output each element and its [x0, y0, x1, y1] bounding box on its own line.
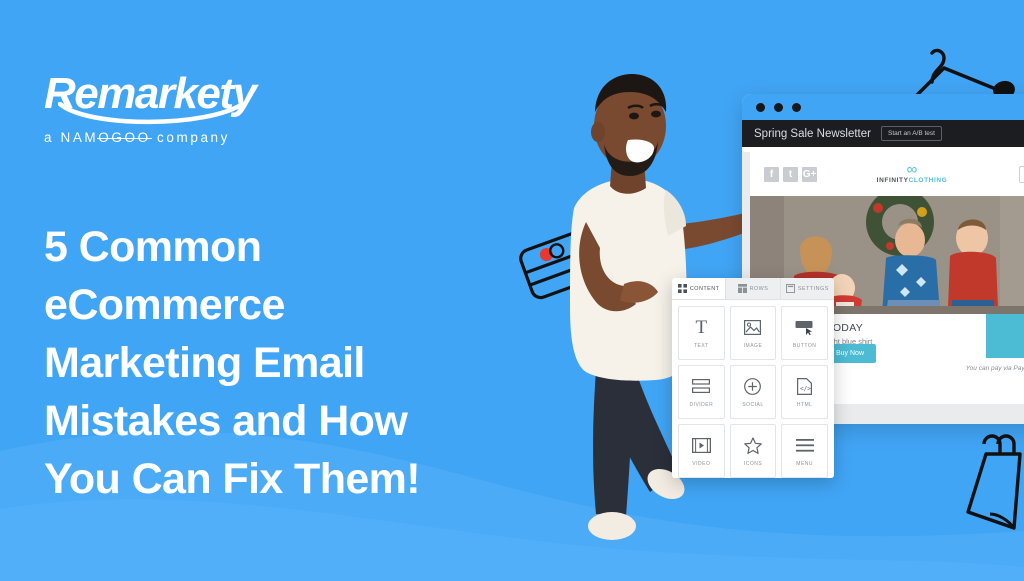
- builder-toolbar: Spring Sale Newsletter Start an A/B test…: [742, 120, 1024, 147]
- content-blocks-panel: CONTENT ROWS SETTINGS T TEXT IMAGE BUTTO…: [672, 278, 834, 478]
- tagline-suffix: company: [150, 130, 231, 145]
- block-social[interactable]: SOCIAL: [729, 365, 777, 419]
- social-plus-icon: [744, 377, 762, 397]
- brand-name-dark: INFINITY: [876, 177, 909, 184]
- block-menu[interactable]: MENU: [781, 424, 828, 478]
- block-video-label: VIDEO: [692, 460, 711, 467]
- button-icon: [795, 318, 815, 338]
- facebook-icon[interactable]: f: [764, 166, 779, 182]
- block-divider-label: DIVIDER: [689, 401, 714, 408]
- text-icon: T: [695, 316, 708, 338]
- block-html[interactable]: </> HTML: [781, 365, 828, 419]
- block-image-label: IMAGE: [743, 342, 763, 349]
- svg-text:</>: </>: [800, 386, 811, 393]
- block-text[interactable]: T TEXT: [678, 306, 725, 360]
- headline-line-1: 5 Common: [44, 223, 262, 271]
- tagline-prefix: a: [44, 130, 61, 145]
- logo-wordmark: Remarkety: [44, 68, 304, 125]
- banner-canvas: Remarkety a NAMOGOO company 5 Common eCo…: [0, 0, 1024, 581]
- campaign-title: Spring Sale Newsletter: [754, 127, 871, 140]
- divider-icon: [692, 377, 711, 397]
- logo-swoosh-icon: [58, 102, 247, 125]
- block-divider[interactable]: DIVIDER: [678, 365, 725, 419]
- block-html-label: HTML: [796, 401, 813, 408]
- price-old: 90$: [986, 320, 1024, 331]
- tab-rows-label: ROWS: [749, 285, 769, 292]
- tab-settings[interactable]: SETTINGS: [780, 278, 834, 299]
- headline-line-4: Mistakes and How: [44, 397, 408, 445]
- content-blocks-grid: T TEXT IMAGE BUTTON DIVIDER SOCIAL </> H…: [672, 300, 834, 478]
- tagline-namogoo-2: OGOO: [98, 130, 151, 145]
- remarkety-logo[interactable]: Remarkety a NAMOGOO company: [44, 68, 304, 145]
- page-title: 5 Common eCommerce Marketing Email Mista…: [44, 218, 524, 508]
- infinity-icon: ∞: [906, 161, 918, 178]
- block-video[interactable]: VIDEO: [678, 424, 725, 478]
- image-icon: [744, 318, 762, 338]
- block-button-label: BUTTON: [792, 342, 817, 349]
- grid-icon: [677, 284, 687, 293]
- menu-icon: [795, 436, 814, 456]
- tab-content[interactable]: CONTENT: [672, 278, 727, 299]
- block-social-label: SOCIAL: [742, 401, 764, 408]
- tab-rows[interactable]: ROWS: [726, 278, 781, 299]
- block-icons[interactable]: ICONS: [729, 424, 777, 478]
- price-new: 70$: [986, 332, 1024, 347]
- shopping-bag-icon: [966, 434, 1022, 530]
- star-icon: [744, 436, 762, 456]
- brand-name-teal: CLOTHING: [908, 177, 948, 184]
- twitter-icon[interactable]: t: [783, 166, 798, 182]
- panel-tabs: CONTENT ROWS SETTINGS: [672, 278, 834, 300]
- block-button[interactable]: BUTTON: [781, 306, 828, 360]
- logo-tagline: a NAMOGOO company: [44, 130, 304, 145]
- block-icons-label: ICONS: [743, 460, 763, 467]
- window-minimize-dot[interactable]: [774, 102, 783, 112]
- start-ab-test-button[interactable]: Start an A/B test: [880, 126, 942, 141]
- email-brand-name: INFINITYCLOTHING: [877, 177, 948, 184]
- email-brand-logo: ∞ INFINITYCLOTHING: [877, 161, 948, 184]
- window-maximize-dot[interactable]: [792, 102, 801, 112]
- block-text-label: TEXT: [693, 342, 709, 349]
- tagline-namogoo-1: NAM: [60, 130, 99, 145]
- block-menu-label: MENU: [796, 460, 814, 467]
- window-chrome: [742, 94, 1024, 120]
- headline-line-5: You Can Fix Them!: [44, 455, 421, 503]
- email-header-row: f t G+ ∞ INFINITYCLOTHING Website: [750, 152, 1024, 196]
- block-image[interactable]: IMAGE: [729, 306, 777, 360]
- tab-content-label: CONTENT: [689, 285, 720, 292]
- rows-icon: [737, 284, 747, 293]
- googleplus-icon[interactable]: G+: [802, 166, 817, 182]
- website-button[interactable]: Website: [1018, 165, 1024, 183]
- video-icon: [691, 436, 711, 456]
- settings-icon: [785, 284, 795, 293]
- headline-line-2: eCommerce: [44, 281, 285, 329]
- offer-price-block: 90$ 70$: [986, 314, 1024, 358]
- headline-line-3: Marketing Email: [44, 339, 365, 387]
- paypal-note: You can pay via PayPal: [965, 365, 1024, 372]
- window-close-dot[interactable]: [756, 102, 765, 112]
- html-icon: </>: [797, 377, 813, 397]
- tab-settings-label: SETTINGS: [797, 285, 829, 292]
- social-icons-group: f t G+: [764, 166, 817, 182]
